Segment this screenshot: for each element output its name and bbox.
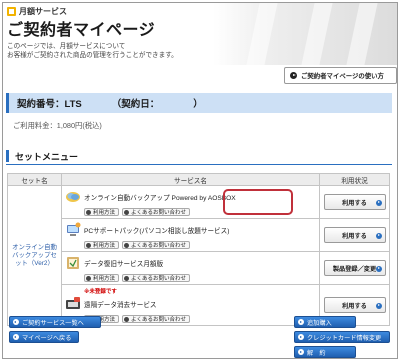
arrow-left-icon [13, 334, 19, 340]
contract-info-band: 契約番号：LTS （契約日： ） [6, 93, 392, 113]
faq-label: よくあるお問い合わせ [131, 317, 187, 323]
card-change-label: クレジットカード情報変更 [307, 334, 382, 342]
header-decoration [213, 3, 397, 65]
heading-marker [6, 150, 9, 162]
mypage-back-button[interactable]: マイページへ戻る [9, 331, 79, 343]
intro-text: このページでは、月額サービスについて お客様がご契約された商品の管理を行うことが… [7, 42, 227, 60]
contract-list-button[interactable]: ご契約サービス一覧へ [9, 316, 101, 328]
service-name: オンライン自動バックアップ Powered by AOSBOX [84, 195, 236, 202]
table-header-row: セット名 サービス名 利用状況 [7, 173, 390, 186]
usage-guide-button[interactable]: 利用方法 [84, 241, 120, 249]
service-name: PCサポートパック(パソコン相談し放題サービス) [84, 228, 230, 235]
cloud-backup-icon [66, 192, 80, 202]
use-button[interactable]: 利用する [323, 194, 386, 210]
question-icon [124, 275, 130, 281]
service-cell: データ復旧サービス月額版 利用方法 よくあるお問い合わせ [61, 251, 320, 285]
arrow-circle-icon [290, 72, 297, 79]
table-row: データ復旧サービス月額版 利用方法 よくあるお問い合わせ 製品登録／変更 [8, 251, 390, 285]
intro-line-1: このページでは、月額サービスについて [7, 43, 126, 50]
column-header-service: サービス名 [61, 173, 320, 186]
arrow-right-icon [298, 334, 304, 340]
cancel-contract-label: 解 約 [307, 349, 326, 357]
usage-fee: ご利用料金：1,080円(税込) [13, 121, 102, 130]
arrow-left-icon [13, 319, 19, 325]
table-row: オンライン自動バックアップセット（Ver2） オンライン自動バックアップ Pow… [7, 185, 390, 326]
faq-button[interactable]: よくあるお問い合わせ [122, 241, 191, 249]
info-icon [86, 275, 91, 281]
status-cell: 利用する [319, 218, 390, 252]
faq-button[interactable]: よくあるお問い合わせ [122, 274, 191, 282]
faq-button[interactable]: よくあるお問い合わせ [122, 315, 191, 323]
faq-label: よくあるお問い合わせ [131, 276, 187, 282]
use-button[interactable]: 利用する [323, 297, 386, 313]
set-name: オンライン自動バックアップセット（Ver2） [12, 243, 57, 267]
product-register-label: 製品登録／変更 [332, 265, 377, 273]
info-icon [86, 209, 91, 215]
usage-guide-button[interactable]: 利用方法 [84, 274, 120, 282]
cancel-contract-button[interactable]: 解 約 [294, 346, 356, 358]
question-icon [124, 316, 130, 322]
unregistered-badge: ※未登録です [84, 289, 117, 295]
contract-date-label: （契約日： [111, 99, 160, 110]
set-menu-heading-text: セットメニュー [15, 151, 79, 162]
remote-erase-icon [66, 297, 80, 309]
info-icon [86, 242, 91, 248]
question-icon [124, 242, 130, 248]
use-button[interactable]: 利用する [323, 227, 386, 243]
contract-number: 契約番号：LTS [17, 99, 82, 110]
card-change-button[interactable]: クレジットカード情報変更 [294, 331, 390, 343]
set-menu-heading: セットメニュー [6, 148, 392, 165]
use-button-label: 利用する [342, 199, 367, 207]
contract-list-label: ご契約サービス一覧へ [22, 319, 84, 327]
service-logo-icon [7, 7, 16, 16]
use-button-label: 利用する [342, 232, 367, 240]
table-row: PCサポートパック(パソコン相談し放題サービス) 利用方法 よくあるお問い合わせ… [8, 218, 390, 252]
howto-button-label: ご契約者マイページの使い方 [301, 73, 384, 80]
contract-date-close: ） [193, 99, 203, 110]
intro-line-2: お客様がご契約された商品の管理を行うことができます。 [7, 52, 178, 59]
set-name-cell: オンライン自動バックアップセット（Ver2） [7, 185, 62, 326]
arrow-right-icon [375, 232, 382, 239]
question-icon [124, 209, 130, 215]
faq-label: よくあるお問い合わせ [131, 243, 187, 249]
usage-guide-button[interactable]: 利用方法 [84, 208, 120, 216]
status-cell: 製品登録／変更 [319, 251, 390, 285]
faq-label: よくあるお問い合わせ [131, 210, 187, 216]
column-header-status: 利用状況 [319, 173, 390, 186]
data-recovery-icon [67, 257, 79, 269]
service-name: 遠隔データ消去サービス [84, 302, 157, 309]
usage-guide-label: 利用方法 [93, 210, 116, 216]
status-cell: 利用する [319, 185, 390, 219]
faq-button[interactable]: よくあるお問い合わせ [122, 208, 191, 216]
howto-button[interactable]: ご契約者マイページの使い方 [284, 67, 397, 84]
set-menu-table: セット名 サービス名 利用状況 オンライン自動バックアップセット（Ver2） オ… [7, 173, 390, 326]
arrow-right-icon [298, 319, 304, 325]
add-purchase-label: 追加購入 [307, 319, 332, 327]
usage-guide-label: 利用方法 [93, 243, 116, 249]
service-cell: PCサポートパック(パソコン相談し放題サービス) 利用方法 よくあるお問い合わせ [61, 218, 320, 252]
arrow-right-icon [375, 199, 382, 206]
use-button-label: 利用する [342, 302, 367, 310]
highlight-box [223, 189, 293, 215]
usage-guide-label: 利用方法 [93, 276, 116, 282]
column-header-set: セット名 [7, 173, 62, 186]
arrow-right-icon [375, 265, 382, 272]
page-title: ご契約者マイページ [7, 22, 156, 39]
service-name: データ復旧サービス月額版 [84, 261, 164, 268]
page-header: 月額サービス ご契約者マイページ このページでは、月額サービスについて お客様が… [3, 3, 397, 65]
page-frame: 月額サービス ご契約者マイページ このページでは、月額サービスについて お客様が… [2, 2, 398, 359]
arrow-right-icon [375, 302, 382, 309]
mypage-back-label: マイページへ戻る [22, 334, 72, 342]
add-purchase-button[interactable]: 追加購入 [294, 316, 356, 328]
pc-support-icon [67, 222, 81, 236]
arrow-right-icon [298, 349, 304, 355]
product-register-button[interactable]: 製品登録／変更 [323, 260, 386, 276]
